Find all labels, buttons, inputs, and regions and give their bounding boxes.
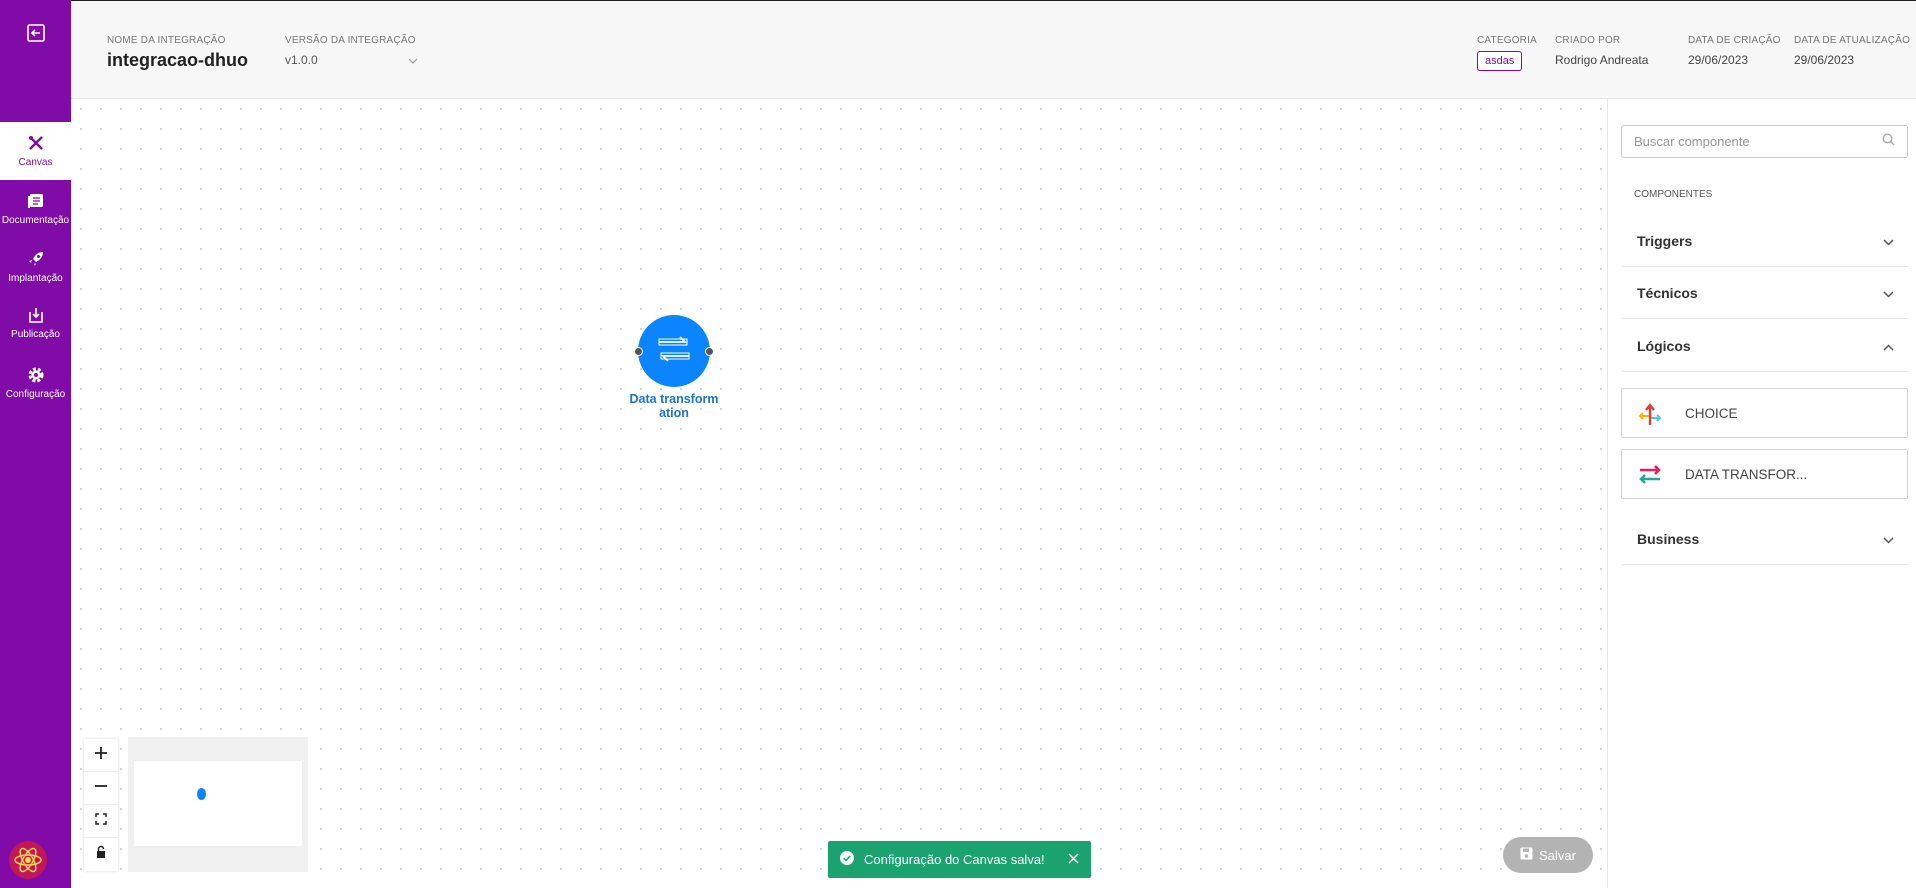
minimap[interactable] [128,737,308,872]
floppy-disk-icon [1520,847,1533,863]
nav-item-publicacao[interactable]: Publicação [0,294,71,352]
component-choice[interactable]: CHOICE [1621,388,1908,438]
component-search[interactable] [1621,125,1908,158]
updated-date-label: DATA DE ATUALIZAÇÃO [1794,35,1911,46]
gear-icon [26,365,46,385]
fit-view-icon [95,812,107,830]
flow-canvas[interactable]: Data transformation Configuração do Canv… [71,99,1607,888]
search-icon [1882,132,1895,151]
check-circle-icon [840,851,854,868]
updated-date-value: 29/06/2023 [1794,53,1855,67]
transform-arrows-icon [656,333,692,370]
plus-icon [94,746,108,765]
chevron-down-icon [408,53,418,67]
created-by-label: CRIADO POR [1555,35,1621,46]
components-panel: COMPONENTES Triggers Técnicos Lógicos CH… [1607,99,1916,888]
save-button[interactable]: Salvar [1503,837,1593,873]
group-logicos[interactable]: Lógicos [1622,320,1908,372]
search-input[interactable] [1634,134,1882,149]
rocket-icon [26,249,46,269]
version-select[interactable]: v1.0.0 [285,53,418,67]
node-circle[interactable] [634,315,714,387]
component-label: DATA TRANSFOR... [1685,466,1808,482]
documentation-icon [26,191,46,211]
node-output-handle[interactable] [705,347,714,356]
nav-label: Configuração [5,389,66,400]
nav-label: Publicação [11,329,60,340]
zoom-in-button[interactable] [84,739,118,772]
node-label: Data transformation [629,392,719,420]
close-icon[interactable] [1068,852,1079,867]
group-tecnicos[interactable]: Técnicos [1622,267,1908,319]
chevron-down-icon [1883,531,1894,547]
node-input-handle[interactable] [634,347,643,356]
created-date-value: 29/06/2023 [1688,53,1749,67]
canvas-tools-icon [26,133,46,153]
zoom-out-button[interactable] [84,772,118,805]
group-label: Triggers [1637,232,1693,249]
version-value: v1.0.0 [285,53,318,67]
nav-label: Canvas [18,157,53,168]
group-label: Técnicos [1637,284,1698,301]
integration-name-field: NOME DA INTEGRAÇÃO integracao-dhuo [107,35,248,71]
success-toast: Configuração do Canvas salva! [828,841,1091,878]
group-business[interactable]: Business [1622,513,1908,565]
nav-item-canvas[interactable]: Canvas [0,122,71,180]
toast-message: Configuração do Canvas salva! [864,852,1045,867]
version-field: VERSÃO DA INTEGRAÇÃO v1.0.0 [285,35,418,67]
nav-item-documentacao[interactable]: Documentação [0,180,71,238]
exit-icon [26,23,46,48]
choice-icon [1636,399,1664,427]
save-label: Salvar [1539,847,1576,863]
fit-view-button[interactable] [84,805,118,838]
nav-label: Implantação [8,273,63,284]
minus-icon [94,779,108,798]
integration-name-label: NOME DA INTEGRAÇÃO [107,35,226,46]
chevron-up-icon [1883,338,1894,354]
component-data-transformation[interactable]: DATA TRANSFOR... [1621,449,1908,499]
version-label: VERSÃO DA INTEGRAÇÃO [285,35,416,46]
category-field: CATEGORIA asdas [1477,35,1537,71]
lock-button[interactable] [84,838,118,871]
integration-name: integracao-dhuo [107,50,249,70]
app-logo [9,841,47,879]
created-date-label: DATA DE CRIAÇÃO [1688,35,1781,46]
group-triggers[interactable]: Triggers [1622,215,1908,267]
nav-label: Documentação [1,215,70,226]
exit-button[interactable] [0,0,71,71]
publish-icon [26,305,46,325]
data-transformation-node[interactable]: Data transformation [629,315,719,420]
created-by-value: Rodrigo Andreata [1555,53,1649,67]
updated-date-field: DATA DE ATUALIZAÇÃO 29/06/2023 [1794,35,1910,67]
created-date-field: DATA DE CRIAÇÃO 29/06/2023 [1688,35,1781,67]
lock-icon [95,845,107,864]
chevron-down-icon [1883,233,1894,249]
category-label: CATEGORIA [1477,35,1537,46]
minimap-viewport [134,761,302,846]
data-transform-icon [1636,460,1664,488]
zoom-controls [84,739,118,871]
integration-header: NOME DA INTEGRAÇÃO integracao-dhuo VERSÃ… [71,0,1916,99]
sidebar: Canvas Documentação Implantação Publicaç… [0,0,71,888]
nav-item-implantacao[interactable]: Implantação [0,238,71,296]
nav-item-configuracao[interactable]: Configuração [0,354,71,412]
group-label: Business [1637,530,1700,547]
category-badge: asdas [1477,51,1523,71]
component-label: CHOICE [1685,405,1738,421]
components-section-title: COMPONENTES [1634,189,1713,200]
chevron-down-icon [1883,285,1894,301]
created-by-field: CRIADO POR Rodrigo Andreata [1555,35,1648,67]
minimap-node [197,788,206,800]
group-label: Lógicos [1637,337,1691,354]
